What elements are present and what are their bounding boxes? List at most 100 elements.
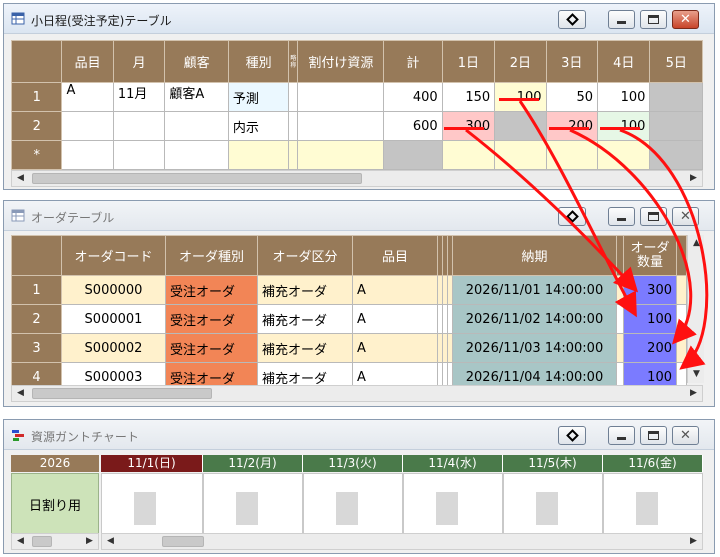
cell-day3[interactable]: 200 [545,111,599,141]
col-day2[interactable]: 2日 [494,40,547,83]
cell-day2[interactable]: 100 [494,82,547,112]
resource-scrollbar[interactable]: ◀ ▶ [11,533,99,550]
row-header[interactable]: 1 [11,275,62,305]
cell-hidden[interactable] [616,333,624,363]
cell-hidden[interactable] [676,275,687,305]
col-day5[interactable]: 5日 [649,40,703,83]
cell-day2[interactable] [494,111,547,141]
gantt-titlebar[interactable]: 資源ガントチャート ✕ [4,420,714,450]
scroll-right-icon[interactable]: ▶ [685,171,702,186]
gantt-bar[interactable] [636,492,658,525]
new-row-marker[interactable]: * [10,140,63,170]
new-cell[interactable] [545,140,599,170]
cell-due[interactable]: 2026/11/03 14:00:00 [452,333,617,363]
new-cell[interactable] [288,140,299,170]
new-cell[interactable] [164,140,229,170]
minimize-button[interactable] [608,207,635,226]
gantt-bar[interactable] [134,492,156,525]
minimize-button[interactable] [608,426,635,445]
close-button[interactable]: ✕ [672,207,699,226]
scroll-down-icon[interactable]: ▼ [688,366,705,383]
gantt-day-cell[interactable] [203,473,303,540]
new-cell[interactable] [441,140,496,170]
scroll-left-icon[interactable]: ◀ [102,534,119,549]
col-resource[interactable]: 割付け資源 [297,40,385,83]
cell-item[interactable] [61,111,114,141]
cell-item[interactable]: A [352,333,438,363]
cell-order-type[interactable]: 受注オーダ [165,333,258,363]
maximize-button[interactable] [640,10,667,29]
cell-hidden[interactable] [676,333,687,363]
row-header[interactable]: 2 [11,304,62,334]
cell-day1[interactable]: 300 [441,111,496,141]
cell-qty[interactable]: 100 [623,304,677,334]
schedule-titlebar[interactable]: 小日程(受注予定)テーブル ✕ [4,4,714,34]
vertical-scrollbar[interactable]: ▲ ▼ [687,235,704,383]
scroll-right-icon[interactable]: ▶ [81,534,98,549]
cell-day3[interactable]: 50 [545,82,599,112]
gantt-day-cell[interactable] [503,473,603,540]
col-month[interactable]: 月 [112,40,166,83]
cell-month[interactable] [112,111,166,141]
cell-day1[interactable]: 150 [441,82,496,112]
cell-abbrev[interactable] [288,111,299,141]
cell-order-category[interactable]: 補充オーダ [257,333,353,363]
cell-item[interactable]: A [352,275,438,305]
row-header[interactable]: 2 [10,111,63,141]
scroll-left-icon[interactable]: ◀ [12,386,29,401]
new-cell[interactable] [597,140,651,170]
gantt-bar[interactable] [536,492,558,525]
maximize-button[interactable] [640,426,667,445]
cell-total[interactable]: 400 [383,82,443,112]
scroll-right-icon[interactable]: ▶ [685,534,702,549]
maximize-button[interactable] [640,207,667,226]
col-abbrev[interactable]: 略称 [288,40,299,83]
col-order-type[interactable]: オーダ種別 [165,235,258,276]
minimize-button[interactable] [608,10,635,29]
gantt-day-cell[interactable] [603,473,703,540]
horizontal-scrollbar[interactable]: ◀ ▶ [11,170,703,187]
cell-resource[interactable] [297,82,385,112]
col-due[interactable]: 納期 [452,235,617,276]
cell-kind[interactable]: 予測 [227,82,290,112]
scroll-thumb[interactable] [32,173,362,184]
scroll-left-icon[interactable]: ◀ [12,171,29,186]
cell-order-code[interactable]: S000002 [61,333,166,363]
cell-order-type[interactable]: 受注オーダ [165,275,258,305]
cell-item[interactable]: A [352,304,438,334]
cell-due[interactable]: 2026/11/02 14:00:00 [452,304,617,334]
close-button[interactable]: ✕ [672,10,699,29]
gantt-day-cell[interactable] [403,473,503,540]
row-header[interactable]: 3 [11,333,62,363]
col-order-category[interactable]: オーダ区分 [257,235,353,276]
cell-day4[interactable]: 100 [597,111,651,141]
cell-total[interactable]: 600 [383,111,443,141]
new-cell[interactable] [494,140,547,170]
new-cell[interactable] [227,140,290,170]
close-button[interactable]: ✕ [672,426,699,445]
col-order-code[interactable]: オーダコード [61,235,166,276]
gantt-bar[interactable] [236,492,258,525]
new-cell[interactable] [383,140,443,170]
cell-resource[interactable] [297,111,385,141]
cell-abbrev[interactable] [288,82,299,112]
row-header[interactable]: 1 [10,82,63,112]
col-qty[interactable]: オーダ 数量 [623,235,677,276]
cell-qty[interactable]: 300 [623,275,677,305]
cell-customer[interactable] [164,111,229,141]
scroll-up-icon[interactable]: ▲ [688,235,705,252]
col-day4[interactable]: 4日 [597,40,651,83]
col-kind[interactable]: 種別 [227,40,290,83]
scroll-thumb[interactable] [162,536,204,547]
gantt-day-cell[interactable] [303,473,403,540]
cell-due[interactable]: 2026/11/01 14:00:00 [452,275,617,305]
cell-order-category[interactable]: 補充オーダ [257,275,353,305]
new-cell[interactable] [649,140,703,170]
order-titlebar[interactable]: オーダテーブル ✕ [4,201,714,231]
col-hidden[interactable] [676,235,687,276]
horizontal-scrollbar[interactable]: ◀ ▶ [11,385,703,402]
cell-day5[interactable] [649,111,703,141]
col-day1[interactable]: 1日 [441,40,496,83]
new-cell[interactable] [112,140,166,170]
scroll-thumb[interactable] [32,536,52,547]
